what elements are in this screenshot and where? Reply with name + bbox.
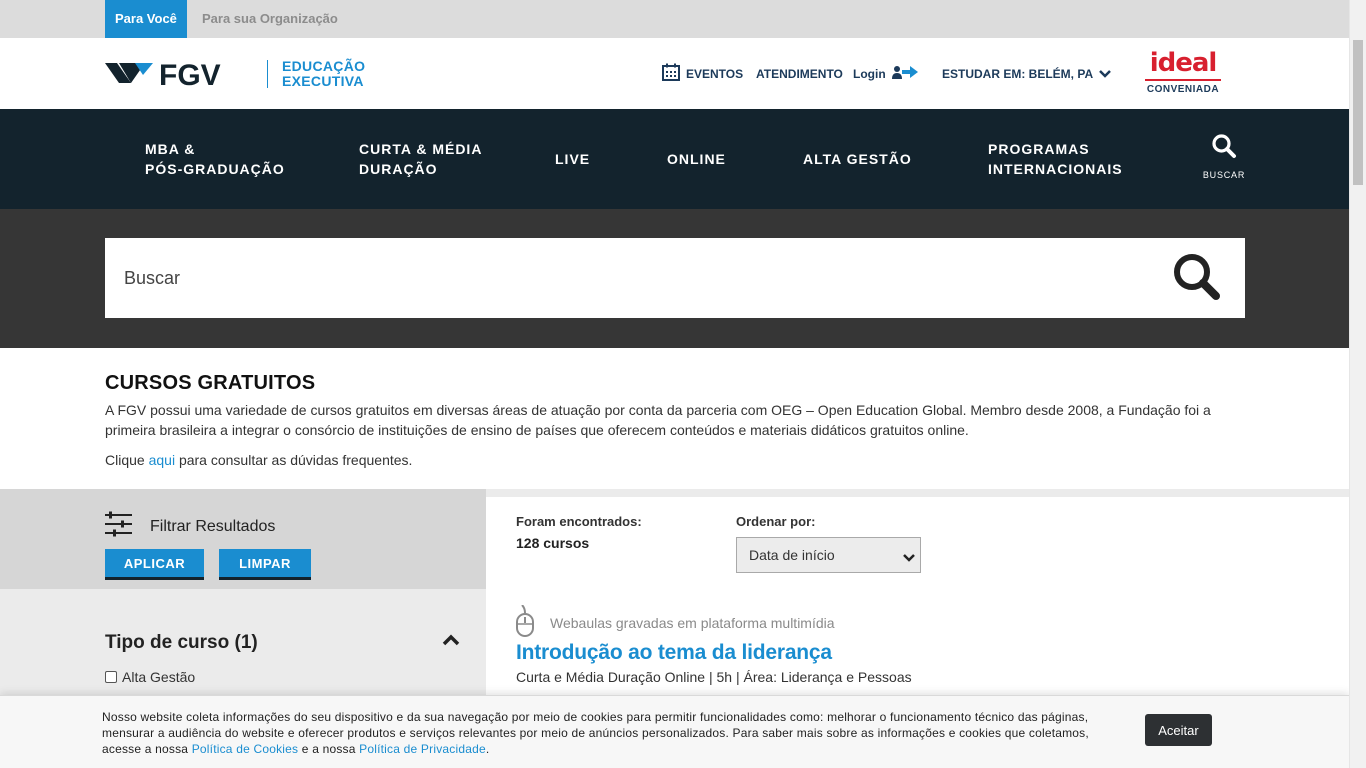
nav-item-label: MBA & PÓS-GRADUAÇÃO xyxy=(145,141,285,177)
faq-prefix: Clique xyxy=(105,452,149,468)
results-count-label: Foram encontrados: xyxy=(516,514,642,529)
nav-item-live[interactable]: LIVE xyxy=(555,109,590,209)
attendance-link[interactable]: ATENDIMENTO xyxy=(756,38,843,109)
nav-item-label: CURTA & MÉDIA DURAÇÃO xyxy=(359,141,483,177)
sort-label: Ordenar por: xyxy=(736,514,816,529)
course-title-link[interactable]: Introdução ao tema da liderança xyxy=(516,641,832,665)
svg-text:FGV: FGV xyxy=(159,59,221,89)
faq-link[interactable]: aqui xyxy=(149,452,175,468)
logo-subtitle: EDUCAÇÃO EXECUTIVA xyxy=(282,59,365,89)
filter-group-title[interactable]: Tipo de curso (1) xyxy=(105,632,258,654)
search-icon xyxy=(1171,251,1223,308)
nav-item-online[interactable]: ONLINE xyxy=(667,109,726,209)
search-submit-button[interactable] xyxy=(1171,253,1223,305)
course-type: Webaulas gravadas em plataforma multimíd… xyxy=(516,604,835,640)
search-icon xyxy=(1211,134,1237,163)
fgv-logo[interactable]: FGV EDUCAÇÃO EXECUTIVA xyxy=(105,56,365,92)
nav-item-label: ONLINE xyxy=(667,151,726,167)
filter-heading-label: Filtrar Resultados xyxy=(150,517,276,535)
chevron-down-icon xyxy=(1099,67,1112,81)
page-scrollbar[interactable] xyxy=(1349,0,1366,768)
page-title: CURSOS GRATUITOS xyxy=(105,372,316,394)
ideal-conveniada: CONVENIADA xyxy=(1146,84,1220,95)
scrollbar-thumb[interactable] xyxy=(1353,40,1363,185)
study-location-label: ESTUDAR EM: BELÉM, PA xyxy=(942,66,1094,81)
results-count-value: 128 cursos xyxy=(516,535,590,551)
tab-para-organizacao[interactable]: Para sua Organização xyxy=(192,0,348,38)
tab-para-voce[interactable]: Para Você xyxy=(105,0,187,38)
nav-item-label: ALTA GESTÃO xyxy=(803,151,912,167)
fgv-logo-mark: FGV xyxy=(105,59,221,89)
filter-option-label: Alta Gestão xyxy=(122,669,196,685)
course-type-label: Webaulas gravadas em plataforma multimíd… xyxy=(550,614,835,631)
events-label: EVENTOS xyxy=(686,66,744,81)
filter-header-panel: Filtrar Resultados APLICAR LIMPAR xyxy=(0,489,486,589)
main-nav: MBA & PÓS-GRADUAÇÃO CURTA & MÉDIA DURAÇÃ… xyxy=(0,109,1349,209)
mouse-icon xyxy=(516,604,534,640)
sort-select[interactable]: Data de início xyxy=(736,537,921,573)
search-input[interactable] xyxy=(105,238,1155,318)
cookie-banner: Nosso website coleta informações do seu … xyxy=(0,695,1349,768)
logo-subtitle-line2: EXECUTIVA xyxy=(282,73,364,89)
nav-item-internacionais[interactable]: PROGRAMAS INTERNACIONAIS xyxy=(988,109,1123,209)
search-box xyxy=(105,238,1245,318)
calendar-icon xyxy=(662,63,680,84)
site-header: FGV EDUCAÇÃO EXECUTIVA EVENTOS ATENDIMEN… xyxy=(0,38,1349,109)
chevron-down-icon xyxy=(903,550,915,566)
nav-item-mba[interactable]: MBA & PÓS-GRADUAÇÃO xyxy=(145,109,285,209)
nav-item-curta-media[interactable]: CURTA & MÉDIA DURAÇÃO xyxy=(359,109,482,209)
faq-suffix: para consultar as dúvidas frequentes. xyxy=(175,452,413,468)
filter-option-alta-gestao[interactable]: Alta Gestão xyxy=(105,669,195,685)
cookie-policy-link[interactable]: Política de Cookies xyxy=(192,742,299,756)
audience-bar: Para Você Para sua Organização xyxy=(0,0,1349,38)
logo-subtitle-line1: EDUCAÇÃO xyxy=(282,58,366,74)
login-label: Login xyxy=(853,66,886,81)
login-link[interactable]: Login xyxy=(853,38,918,109)
nav-search-label: BUSCAR xyxy=(1202,170,1246,180)
nav-item-label: LIVE xyxy=(555,151,591,167)
nav-search-button[interactable]: BUSCAR xyxy=(1200,133,1248,180)
study-location-dropdown[interactable]: ESTUDAR EM: BELÉM, PA xyxy=(942,38,1112,109)
chevron-up-icon[interactable] xyxy=(442,633,460,651)
clear-filters-button[interactable]: LIMPAR xyxy=(219,549,311,580)
filter-heading: Filtrar Resultados xyxy=(105,511,275,542)
cookie-middle: e a nossa xyxy=(298,742,360,756)
cookie-text: Nosso website coleta informações do seu … xyxy=(102,709,1102,757)
ideal-partner-logo: ideal CONVENIADA xyxy=(1143,49,1223,95)
ideal-underline xyxy=(1145,79,1221,81)
sort-select-value: Data de início xyxy=(749,547,835,563)
faq-paragraph: Clique aqui para consultar as dúvidas fr… xyxy=(105,450,1245,470)
cookie-end: . xyxy=(485,742,490,756)
intro-paragraph: A FGV possui uma variedade de cursos gra… xyxy=(105,402,1211,438)
checkbox[interactable] xyxy=(105,671,117,683)
sliders-icon xyxy=(105,511,132,542)
nav-item-alta-gestao[interactable]: ALTA GESTÃO xyxy=(803,109,912,209)
course-meta: Curta e Média Duração Online | 5h | Área… xyxy=(516,669,912,685)
privacy-policy-link[interactable]: Política de Privacidade xyxy=(359,742,486,756)
events-link[interactable]: EVENTOS xyxy=(662,38,743,109)
logo-separator xyxy=(267,60,268,88)
accept-cookies-button[interactable]: Aceitar xyxy=(1145,714,1212,746)
ideal-brand: ideal xyxy=(1149,48,1218,78)
nav-item-label: PROGRAMAS INTERNACIONAIS xyxy=(988,141,1123,177)
login-arrow-icon xyxy=(891,65,918,82)
search-band xyxy=(0,209,1349,348)
intro-section: CURSOS GRATUITOS A FGV possui uma varied… xyxy=(0,348,1349,489)
apply-filters-button[interactable]: APLICAR xyxy=(105,549,204,580)
